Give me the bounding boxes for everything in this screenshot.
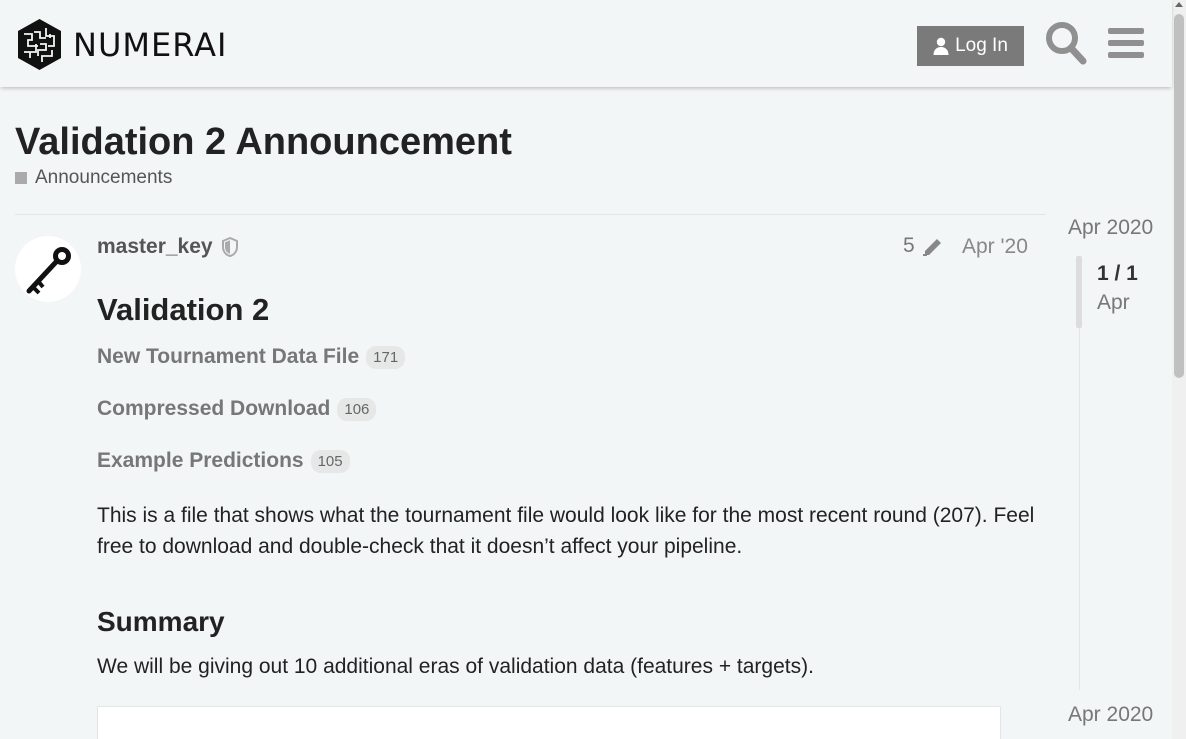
site-header: NUMERAI Log In (0, 0, 1172, 87)
login-button[interactable]: Log In (917, 26, 1024, 66)
hamburger-menu-icon[interactable] (1104, 20, 1148, 66)
numerai-logo-icon (18, 19, 61, 70)
scrollbar-thumb[interactable] (1174, 14, 1184, 378)
post-paragraph: This is a file that shows what the tourn… (97, 504, 1035, 558)
shield-icon (221, 237, 238, 257)
link-label: Example Predictions (97, 449, 304, 472)
summary-text: We will be giving out 10 additional eras… (97, 655, 814, 678)
timeline-current-month: Apr (1097, 291, 1130, 314)
edit-count: 5 (903, 234, 915, 257)
summary-heading: Summary (97, 606, 225, 637)
username: master_key (97, 235, 213, 258)
timeline-scroll-handle[interactable] (1076, 256, 1082, 328)
embedded-content-box (97, 706, 1001, 739)
link-label: Compressed Download (97, 397, 331, 420)
post-date[interactable]: Apr '20 (962, 235, 1028, 259)
file-link-tournament-data[interactable]: New Tournament Data File 171 (97, 345, 406, 369)
user-icon (933, 37, 949, 55)
post-heading: Validation 2 (97, 292, 270, 327)
logo-text: NUMERAI (73, 25, 228, 64)
topic-divider (15, 214, 1046, 215)
file-link-compressed-download[interactable]: Compressed Download 106 (97, 397, 377, 421)
edit-history-button[interactable]: 5 (903, 234, 945, 258)
search-icon[interactable] (1044, 20, 1088, 66)
numerai-logo[interactable]: NUMERAI (16, 18, 227, 71)
user-avatar[interactable] (15, 236, 81, 302)
timeline-end-date[interactable]: Apr 2020 (1068, 703, 1153, 727)
category-badge[interactable]: Announcements (15, 167, 172, 189)
timeline-start-date[interactable]: Apr 2020 (1068, 216, 1153, 240)
key-icon (26, 247, 71, 295)
category-color-square (15, 172, 27, 184)
click-count-badge: 106 (337, 397, 377, 421)
login-label: Log In (955, 35, 1008, 56)
timeline-position: 1 / 1 (1097, 262, 1138, 285)
category-label: Announcements (35, 167, 173, 188)
topic-title[interactable]: Validation 2 Announcement (15, 121, 512, 164)
click-count-badge: 105 (310, 449, 350, 473)
scroll-up-arrow-icon[interactable] (1175, 2, 1183, 7)
pencil-icon (922, 239, 941, 256)
file-link-example-predictions[interactable]: Example Predictions 105 (97, 449, 350, 473)
link-label: New Tournament Data File (97, 345, 360, 368)
click-count-badge: 171 (366, 345, 406, 369)
post-author[interactable]: master_key (97, 235, 239, 259)
